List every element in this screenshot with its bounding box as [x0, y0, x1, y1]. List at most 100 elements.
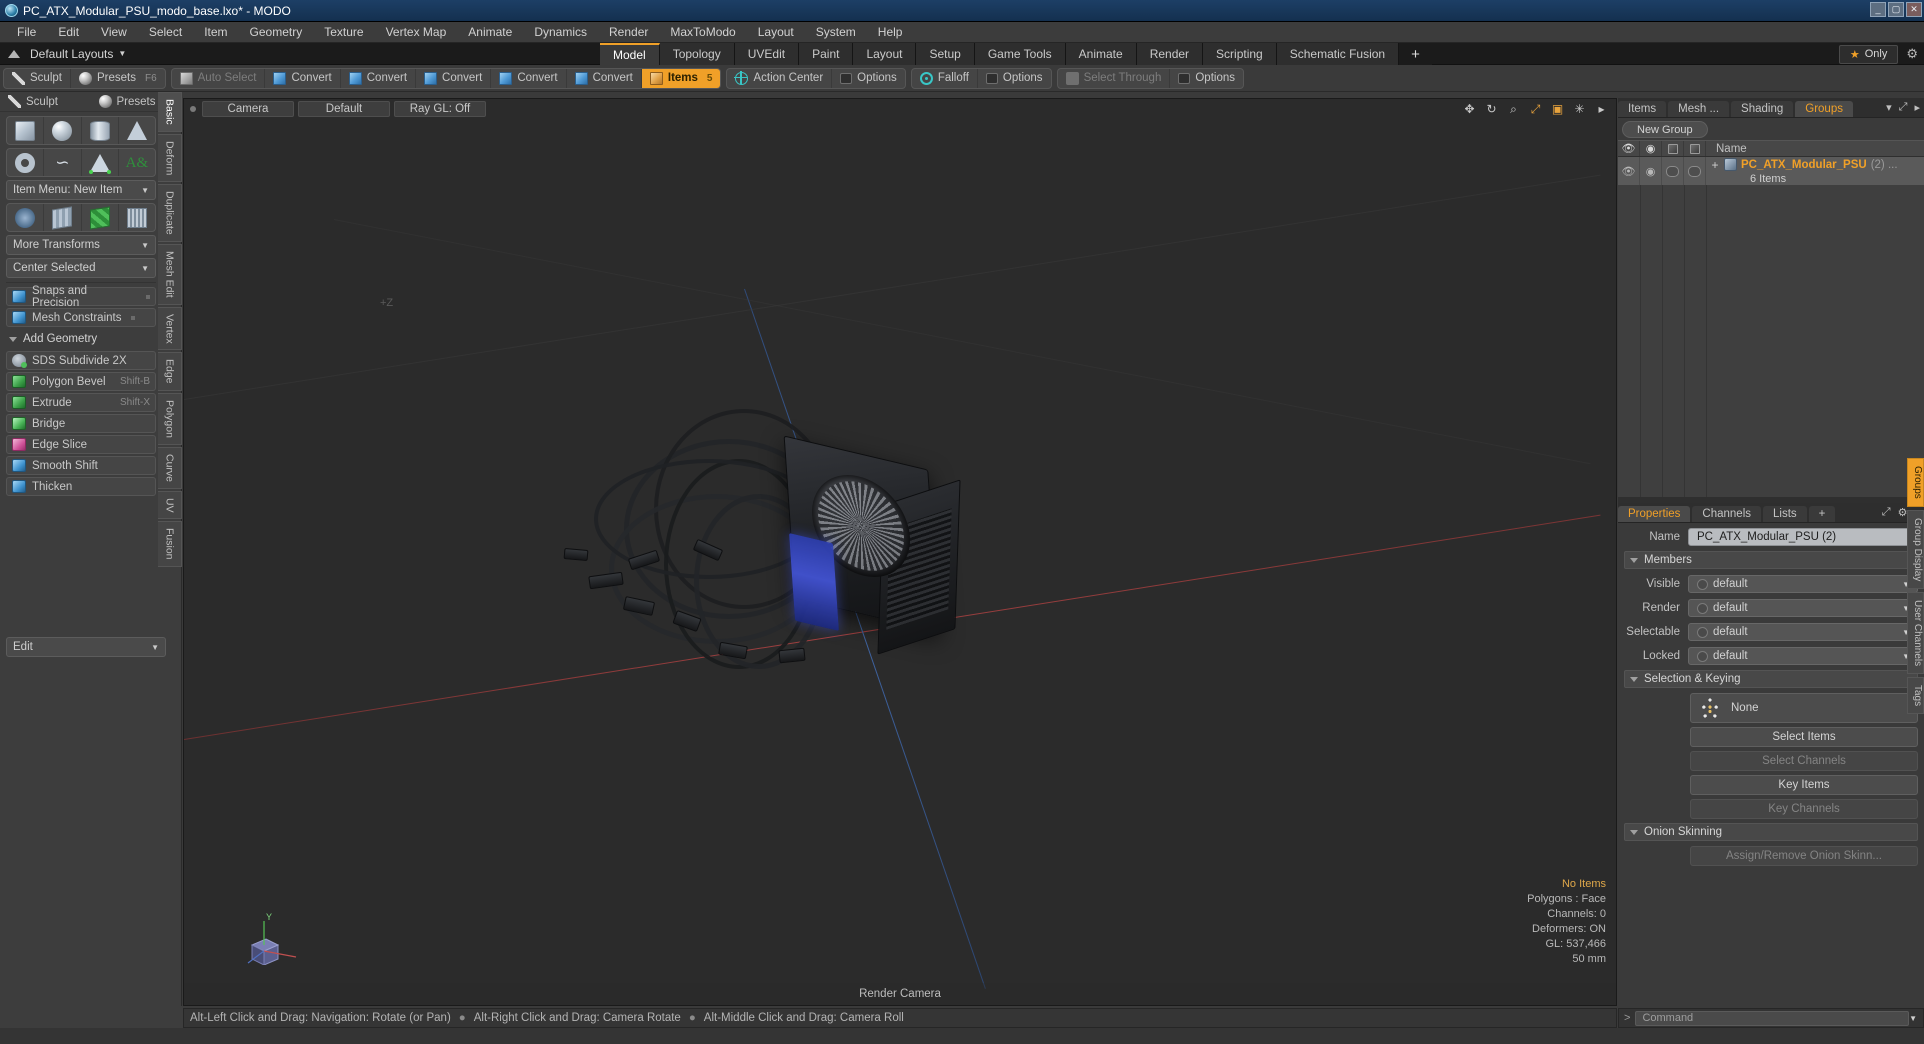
- expand-icon[interactable]: ⤢: [1899, 101, 1908, 114]
- close-button[interactable]: ✕: [1906, 2, 1922, 17]
- cylinder-primitive-tool[interactable]: [82, 117, 119, 144]
- properties-tab--[interactable]: +: [1808, 506, 1836, 522]
- more-transforms-dropdown[interactable]: More Transforms ▼: [6, 235, 156, 255]
- snaps-and-precision-button[interactable]: Snaps and Precision: [6, 285, 156, 309]
- geometry-tool-smooth-shift[interactable]: Smooth Shift: [6, 456, 156, 475]
- fit-icon[interactable]: ⤢: [1529, 103, 1542, 116]
- toolbar-button-options[interactable]: Options: [1170, 69, 1243, 88]
- minimize-button[interactable]: _: [1870, 2, 1886, 17]
- rotate-icon[interactable]: ↻: [1485, 103, 1498, 116]
- button-key-items[interactable]: Key Items: [1690, 775, 1918, 795]
- tool-tab-fusion[interactable]: Fusion: [158, 521, 182, 567]
- layout-tab-uvedit[interactable]: UVEdit: [734, 43, 800, 65]
- toolbar-button-select-through[interactable]: Select Through: [1058, 68, 1171, 88]
- add-layout-tab-button[interactable]: +: [1399, 43, 1432, 65]
- chevron-right-icon[interactable]: ▸: [1914, 101, 1920, 114]
- properties-tab-channels[interactable]: Channels: [1692, 506, 1762, 522]
- geometry-tool-thicken[interactable]: Thicken: [6, 477, 156, 496]
- geometry-tool-sds-subdivide-2x[interactable]: SDS Subdivide 2X: [6, 351, 156, 370]
- right-tab-shading[interactable]: Shading: [1731, 101, 1794, 117]
- grid-icon[interactable]: ▣: [1551, 103, 1564, 116]
- tool-tab-basic[interactable]: Basic: [158, 92, 182, 132]
- member-field-visible-select[interactable]: default▼: [1688, 575, 1918, 593]
- layout-tab-topology[interactable]: Topology: [659, 43, 735, 65]
- menu-item-geometry[interactable]: Geometry: [239, 23, 314, 41]
- mesh-constraints-button[interactable]: Mesh Constraints: [6, 308, 156, 327]
- tool-tab-curve[interactable]: Curve: [158, 446, 182, 489]
- toolbar-button-presets[interactable]: Presets F6: [71, 69, 165, 88]
- menu-item-layout[interactable]: Layout: [747, 23, 805, 41]
- curve-primitive-tool[interactable]: ∽: [44, 149, 82, 176]
- side-tab-user-channels[interactable]: User Channels: [1907, 592, 1924, 675]
- layout-tab-paint[interactable]: Paint: [799, 43, 854, 65]
- torus-primitive-tool[interactable]: [7, 149, 45, 176]
- zoom-icon[interactable]: ⌕: [1507, 103, 1520, 116]
- geometry-tool-extrude[interactable]: Extrude Shift-X: [6, 393, 156, 412]
- expand-icon[interactable]: ⤢: [1882, 506, 1891, 519]
- properties-tab-lists[interactable]: Lists: [1763, 506, 1807, 522]
- tool-tab-mesh-edit[interactable]: Mesh Edit: [158, 243, 182, 305]
- member-field-selectable-select[interactable]: default▼: [1688, 623, 1918, 641]
- tool-tab-vertex[interactable]: Vertex: [158, 306, 182, 351]
- onion-skinning-section-header[interactable]: Onion Skinning: [1624, 823, 1918, 841]
- row-render-toggle[interactable]: ◉: [1640, 157, 1662, 185]
- gear-icon[interactable]: ⚙: [1898, 506, 1908, 519]
- toolbar-button-sculpt[interactable]: Sculpt: [4, 68, 71, 88]
- toolbar-button-convert[interactable]: Convert: [491, 68, 567, 88]
- member-field-indicator[interactable]: [1697, 626, 1708, 638]
- edit-dropdown[interactable]: Edit ▼: [6, 637, 166, 657]
- tool-tab-duplicate[interactable]: Duplicate: [158, 184, 182, 242]
- checker-plane-tool[interactable]: [82, 204, 119, 231]
- menu-item-animate[interactable]: Animate: [457, 23, 523, 41]
- member-field-indicator[interactable]: [1697, 578, 1708, 590]
- chevron-down-icon[interactable]: ▾: [1886, 101, 1892, 114]
- row-lock-toggle[interactable]: [1684, 157, 1706, 185]
- tool-tab-edge[interactable]: Edge: [158, 352, 182, 391]
- layout-tab-animate[interactable]: Animate: [1065, 43, 1137, 65]
- row-visible-toggle[interactable]: 👁: [1618, 157, 1640, 185]
- toolbar-button-convert[interactable]: Convert: [567, 68, 642, 88]
- expander-icon[interactable]: +: [1710, 158, 1720, 172]
- viewport-raygl-button[interactable]: Ray GL: Off: [394, 101, 486, 117]
- row-select-toggle[interactable]: [1662, 157, 1684, 185]
- side-tab-groups[interactable]: Groups: [1907, 458, 1924, 507]
- mesh-paint-tool[interactable]: [119, 204, 155, 231]
- add-geometry-header[interactable]: Add Geometry: [6, 330, 156, 348]
- side-tab-tags[interactable]: Tags: [1907, 677, 1924, 715]
- geometry-tool-edge-slice[interactable]: Edge Slice: [6, 435, 156, 454]
- maximize-button[interactable]: ▢: [1888, 2, 1904, 17]
- geometry-tool-polygon-bevel[interactable]: Polygon Bevel Shift-B: [6, 372, 156, 391]
- tool-tab-polygon[interactable]: Polygon: [158, 392, 182, 445]
- toolbar-button-convert[interactable]: Convert: [416, 68, 492, 88]
- right-tab-items[interactable]: Items: [1618, 101, 1667, 117]
- button-select-items[interactable]: Select Items: [1690, 727, 1918, 747]
- move-icon[interactable]: ✥: [1463, 103, 1476, 116]
- sphere-primitive-tool[interactable]: [44, 117, 82, 144]
- layout-tab-render[interactable]: Render: [1136, 43, 1204, 65]
- toolbar-button-options[interactable]: Options: [978, 69, 1051, 88]
- member-field-locked-select[interactable]: default▼: [1688, 647, 1918, 665]
- layout-tab-model[interactable]: Model: [600, 43, 660, 65]
- chevron-down-icon[interactable]: ▼: [1909, 1014, 1917, 1023]
- layout-tab-layout[interactable]: Layout: [853, 43, 917, 65]
- selection-keying-section-header[interactable]: Selection & Keying: [1624, 670, 1918, 688]
- menu-item-file[interactable]: File: [6, 23, 47, 41]
- viewport-menu-dot[interactable]: [190, 106, 196, 112]
- light-icon[interactable]: ✳: [1573, 103, 1586, 116]
- group-tree-empty-area[interactable]: [1618, 185, 1924, 497]
- transform-gizmo-tool[interactable]: [7, 204, 45, 231]
- layout-tab-scripting[interactable]: Scripting: [1203, 43, 1277, 65]
- menu-item-help[interactable]: Help: [867, 23, 914, 41]
- gear-icon[interactable]: ⚙: [1906, 46, 1918, 62]
- toolbar-button-items[interactable]: Items 5: [641, 68, 721, 88]
- side-tab-group-display[interactable]: Group Display: [1907, 509, 1924, 590]
- 3d-viewport[interactable]: +Z Y Camera Default Ray GL: Off ✥ ↻ ⌕ ⤢ …: [183, 98, 1617, 1006]
- toolbar-button-falloff[interactable]: Falloff: [912, 68, 978, 88]
- right-tab-groups[interactable]: Groups: [1795, 101, 1853, 117]
- triangle-primitive-tool[interactable]: [82, 149, 119, 176]
- mesh-grid-tool[interactable]: [44, 204, 82, 231]
- table-row[interactable]: 👁 ◉ + PC_ATX_Modular_PSU (2) ... 6 Items: [1618, 157, 1924, 185]
- layout-tab-setup[interactable]: Setup: [916, 43, 975, 65]
- toolbar-button-auto-select[interactable]: Auto Select: [172, 68, 266, 88]
- menu-item-system[interactable]: System: [805, 23, 867, 41]
